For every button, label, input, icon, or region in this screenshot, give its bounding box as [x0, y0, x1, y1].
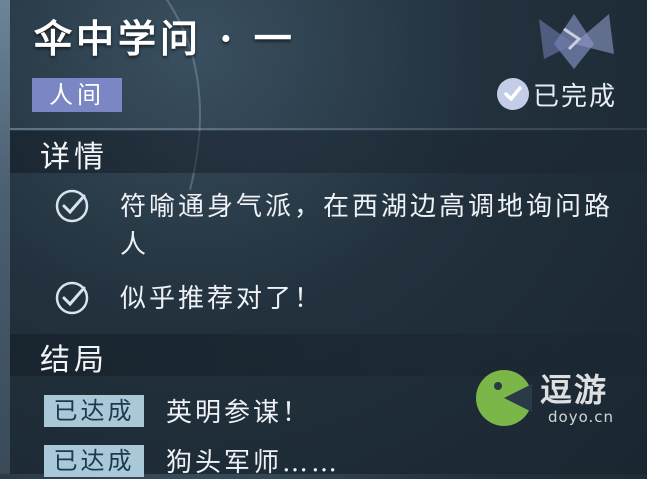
detail-item: 似乎推荐对了！	[54, 280, 625, 318]
endings-heading: 结局	[40, 343, 108, 378]
watermark-name: 逗游	[540, 371, 609, 409]
ending-row: 已达成 英明参谋！	[44, 392, 311, 429]
category-tag: 人间	[32, 78, 122, 112]
check-icon	[55, 189, 89, 223]
flower-ornament-icon	[539, 14, 614, 69]
ending-row: 已达成 狗头军师……	[44, 442, 340, 479]
detail-item: 符喻通身气派，在西湖边高调地询问路人	[54, 188, 625, 264]
achieved-badge: 已达成	[44, 394, 144, 427]
check-icon	[55, 281, 89, 315]
ending-text: 英明参谋！	[166, 398, 312, 428]
completion-status: 已完成	[497, 76, 617, 112]
details-heading: 详情	[40, 140, 108, 175]
detail-item-text: 似乎推荐对了！	[120, 284, 324, 314]
watermark-domain: doyo.cn	[548, 408, 615, 426]
achieved-badge: 已达成	[44, 444, 144, 477]
status-label: 已完成	[533, 81, 618, 112]
check-circle-icon	[497, 78, 529, 110]
header-divider	[10, 128, 647, 130]
left-edge-strip	[0, 0, 10, 474]
ending-text: 狗头军师……	[166, 448, 341, 478]
quest-title: 伞中学问 · 一	[34, 16, 296, 61]
detail-item-text: 符喻通身气派，在西湖边高调地询问路人	[120, 192, 614, 260]
